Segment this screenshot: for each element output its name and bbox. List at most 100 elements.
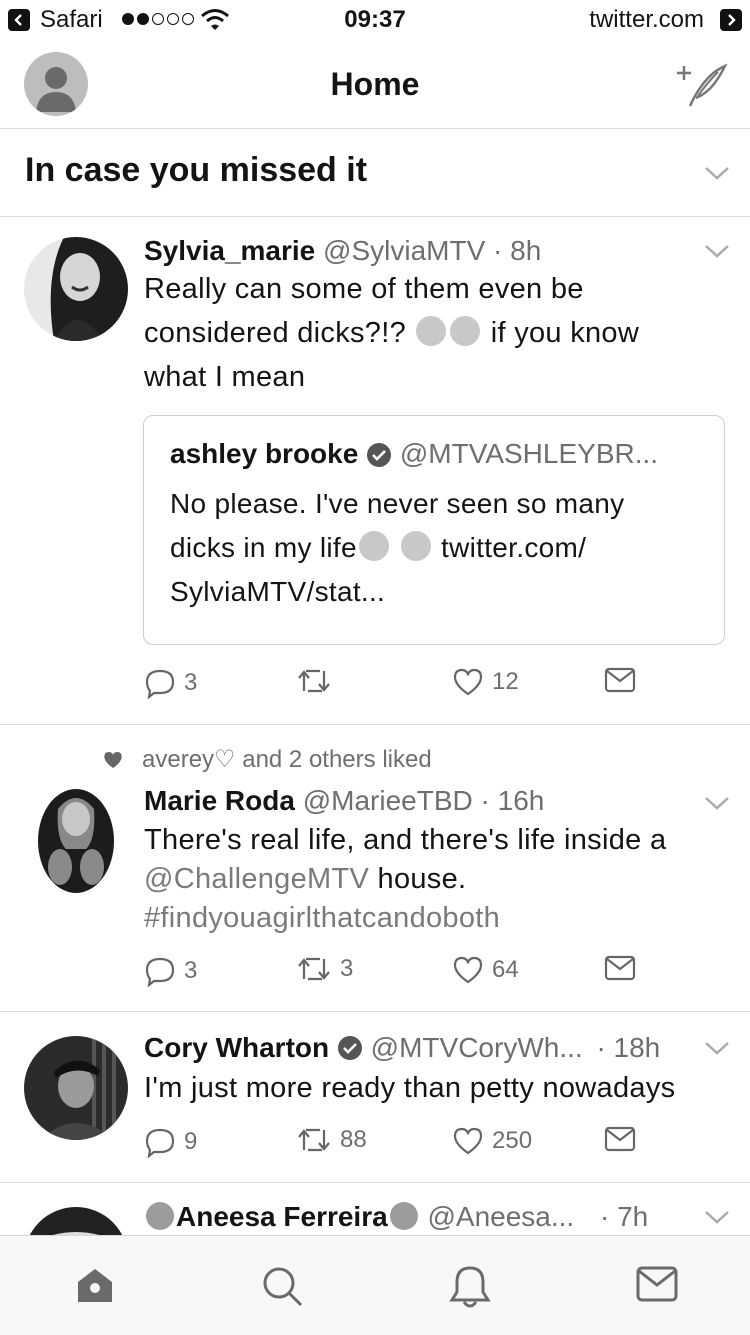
- tweet-card[interactable]: averey♡ and 2 others liked Marie Roda @M…: [0, 725, 750, 1012]
- forward-link-icon[interactable]: [720, 9, 742, 31]
- tab-messages[interactable]: [636, 1264, 678, 1309]
- quoted-tweet[interactable]: ashley brooke @MTVASHLEYBR... No please.…: [143, 415, 725, 645]
- icymi-header: In case you missed it: [0, 129, 750, 217]
- verified-badge-icon: [367, 443, 392, 467]
- retweet-count: 3: [340, 955, 354, 982]
- reply-icon: [145, 669, 175, 699]
- quoted-author-handle: @MTVASHLEYBR...: [399, 438, 659, 469]
- author-handle[interactable]: @MTVCoryWh...: [371, 1032, 583, 1063]
- author-handle[interactable]: @MarieeTBD: [303, 785, 473, 816]
- social-context: averey♡ and 2 others liked: [102, 745, 432, 774]
- heart-filled-icon: [104, 751, 122, 768]
- site-url[interactable]: twitter.com: [589, 6, 704, 34]
- retweet-button[interactable]: 3: [296, 955, 353, 983]
- tweet-actions: 3 3 64: [144, 955, 644, 995]
- like-count: 64: [492, 956, 519, 983]
- wifi-icon: [201, 9, 229, 30]
- tweet-text: There's real life, and there's life insi…: [144, 821, 666, 938]
- tweet-actions: 9 88 250: [144, 1126, 644, 1166]
- avatar[interactable]: [24, 1036, 128, 1140]
- top-nav: Home: [0, 40, 750, 129]
- quoted-author-name: ashley brooke: [170, 438, 359, 469]
- bottom-tab-bar: [0, 1235, 750, 1335]
- retweet-button[interactable]: [296, 667, 340, 695]
- tweet-actions: 3 12: [144, 667, 644, 707]
- ok-hand-emoji: [450, 316, 481, 346]
- ok-hand-emoji: [416, 316, 447, 346]
- see-no-evil-monkey-emoji: [358, 531, 389, 561]
- hashtag-link[interactable]: #findyouagirlthatcandoboth: [144, 899, 666, 938]
- retweet-icon: [298, 957, 330, 981]
- avatar[interactable]: [24, 237, 128, 341]
- tweet-header: Sylvia_marie @SylviaMTV · 8h: [144, 235, 541, 267]
- retweet-count: 88: [340, 1126, 367, 1153]
- chevron-down-icon[interactable]: [704, 165, 730, 181]
- compose-tweet-icon[interactable]: [676, 58, 728, 110]
- author-name[interactable]: Sylvia_marie: [144, 235, 315, 266]
- envelope-icon: [604, 1126, 636, 1152]
- quoted-tweet-text: No please. I've never seen so many dicks…: [170, 488, 625, 607]
- back-app-label[interactable]: Safari: [40, 6, 103, 34]
- signal-strength-icon: [122, 13, 194, 25]
- reply-button[interactable]: 3: [144, 667, 197, 699]
- like-count: 250: [492, 1127, 533, 1154]
- tweet-time: · 16h: [480, 785, 545, 816]
- tweet-card[interactable]: Cory Wharton @MTVCoryWh... · 18h I'm jus…: [0, 1012, 750, 1183]
- tweet-header: Marie Roda @MarieeTBD · 16h: [144, 785, 544, 817]
- reply-icon: [145, 957, 175, 987]
- search-icon: [263, 1267, 303, 1307]
- like-button[interactable]: 12: [452, 667, 519, 697]
- reply-button[interactable]: 3: [144, 955, 197, 987]
- back-to-app-icon[interactable]: [8, 9, 30, 31]
- reply-count: 3: [184, 957, 198, 984]
- see-no-evil-monkey-emoji: [400, 531, 431, 561]
- heart-icon: [453, 1127, 483, 1155]
- author-handle[interactable]: @Aneesa...: [427, 1201, 574, 1232]
- retweet-icon: [298, 669, 330, 693]
- page-title: Home: [330, 66, 420, 102]
- tweet-card[interactable]: Aneesa Ferreira @Aneesa... · 7h: [0, 1183, 750, 1235]
- author-name[interactable]: Aneesa Ferreira: [176, 1201, 388, 1232]
- like-button[interactable]: 250: [452, 1126, 532, 1156]
- tweet-time: · 8h: [493, 235, 542, 266]
- envelope-icon: [604, 667, 636, 693]
- quoted-tweet-header: ashley brooke @MTVASHLEYBR...: [170, 438, 658, 470]
- chevron-down-icon[interactable]: [704, 1040, 730, 1056]
- mail-icon: [636, 1266, 678, 1302]
- chevron-down-icon[interactable]: [704, 1209, 730, 1225]
- tweet-time: · 7h: [599, 1201, 649, 1232]
- chevron-down-icon[interactable]: [704, 243, 730, 259]
- like-count: 12: [492, 668, 519, 695]
- heart-icon: [453, 668, 483, 696]
- reply-icon: [145, 1128, 175, 1158]
- dm-share-button[interactable]: [604, 667, 636, 693]
- retweet-button[interactable]: 88: [296, 1126, 367, 1154]
- like-button[interactable]: 64: [452, 955, 519, 985]
- author-handle[interactable]: @SylviaMTV: [323, 235, 485, 266]
- home-icon: [78, 1269, 112, 1302]
- section-title: In case you missed it: [25, 151, 368, 189]
- grey-heart-emoji: [389, 1202, 418, 1230]
- dm-share-button[interactable]: [604, 955, 636, 981]
- tweet-card[interactable]: Sylvia_marie @SylviaMTV · 8h Really can …: [0, 217, 750, 725]
- dm-share-button[interactable]: [604, 1126, 636, 1152]
- tab-search[interactable]: [260, 1264, 304, 1313]
- tweet-header: Aneesa Ferreira @Aneesa... · 7h: [144, 1201, 648, 1233]
- tweet-text: I'm just more ready than petty nowadays: [144, 1072, 676, 1104]
- chevron-down-icon[interactable]: [704, 795, 730, 811]
- avatar[interactable]: [38, 789, 114, 893]
- grey-heart-emoji: [146, 1202, 174, 1230]
- bell-icon: [449, 1266, 491, 1308]
- tab-notifications[interactable]: [448, 1264, 492, 1315]
- tab-home[interactable]: [74, 1264, 116, 1311]
- heart-icon: [453, 956, 483, 984]
- mention-link[interactable]: @ChallengeMTV: [144, 863, 369, 895]
- tweet-text: Really can some of them even be consider…: [144, 273, 640, 393]
- author-name[interactable]: Cory Wharton: [144, 1032, 329, 1063]
- reply-count: 3: [184, 669, 198, 696]
- tweet-header: Cory Wharton @MTVCoryWh... · 18h: [144, 1032, 660, 1064]
- reply-button[interactable]: 9: [144, 1126, 197, 1158]
- author-name[interactable]: Marie Roda: [144, 785, 295, 816]
- avatar[interactable]: [24, 1207, 128, 1235]
- reply-count: 9: [184, 1128, 198, 1155]
